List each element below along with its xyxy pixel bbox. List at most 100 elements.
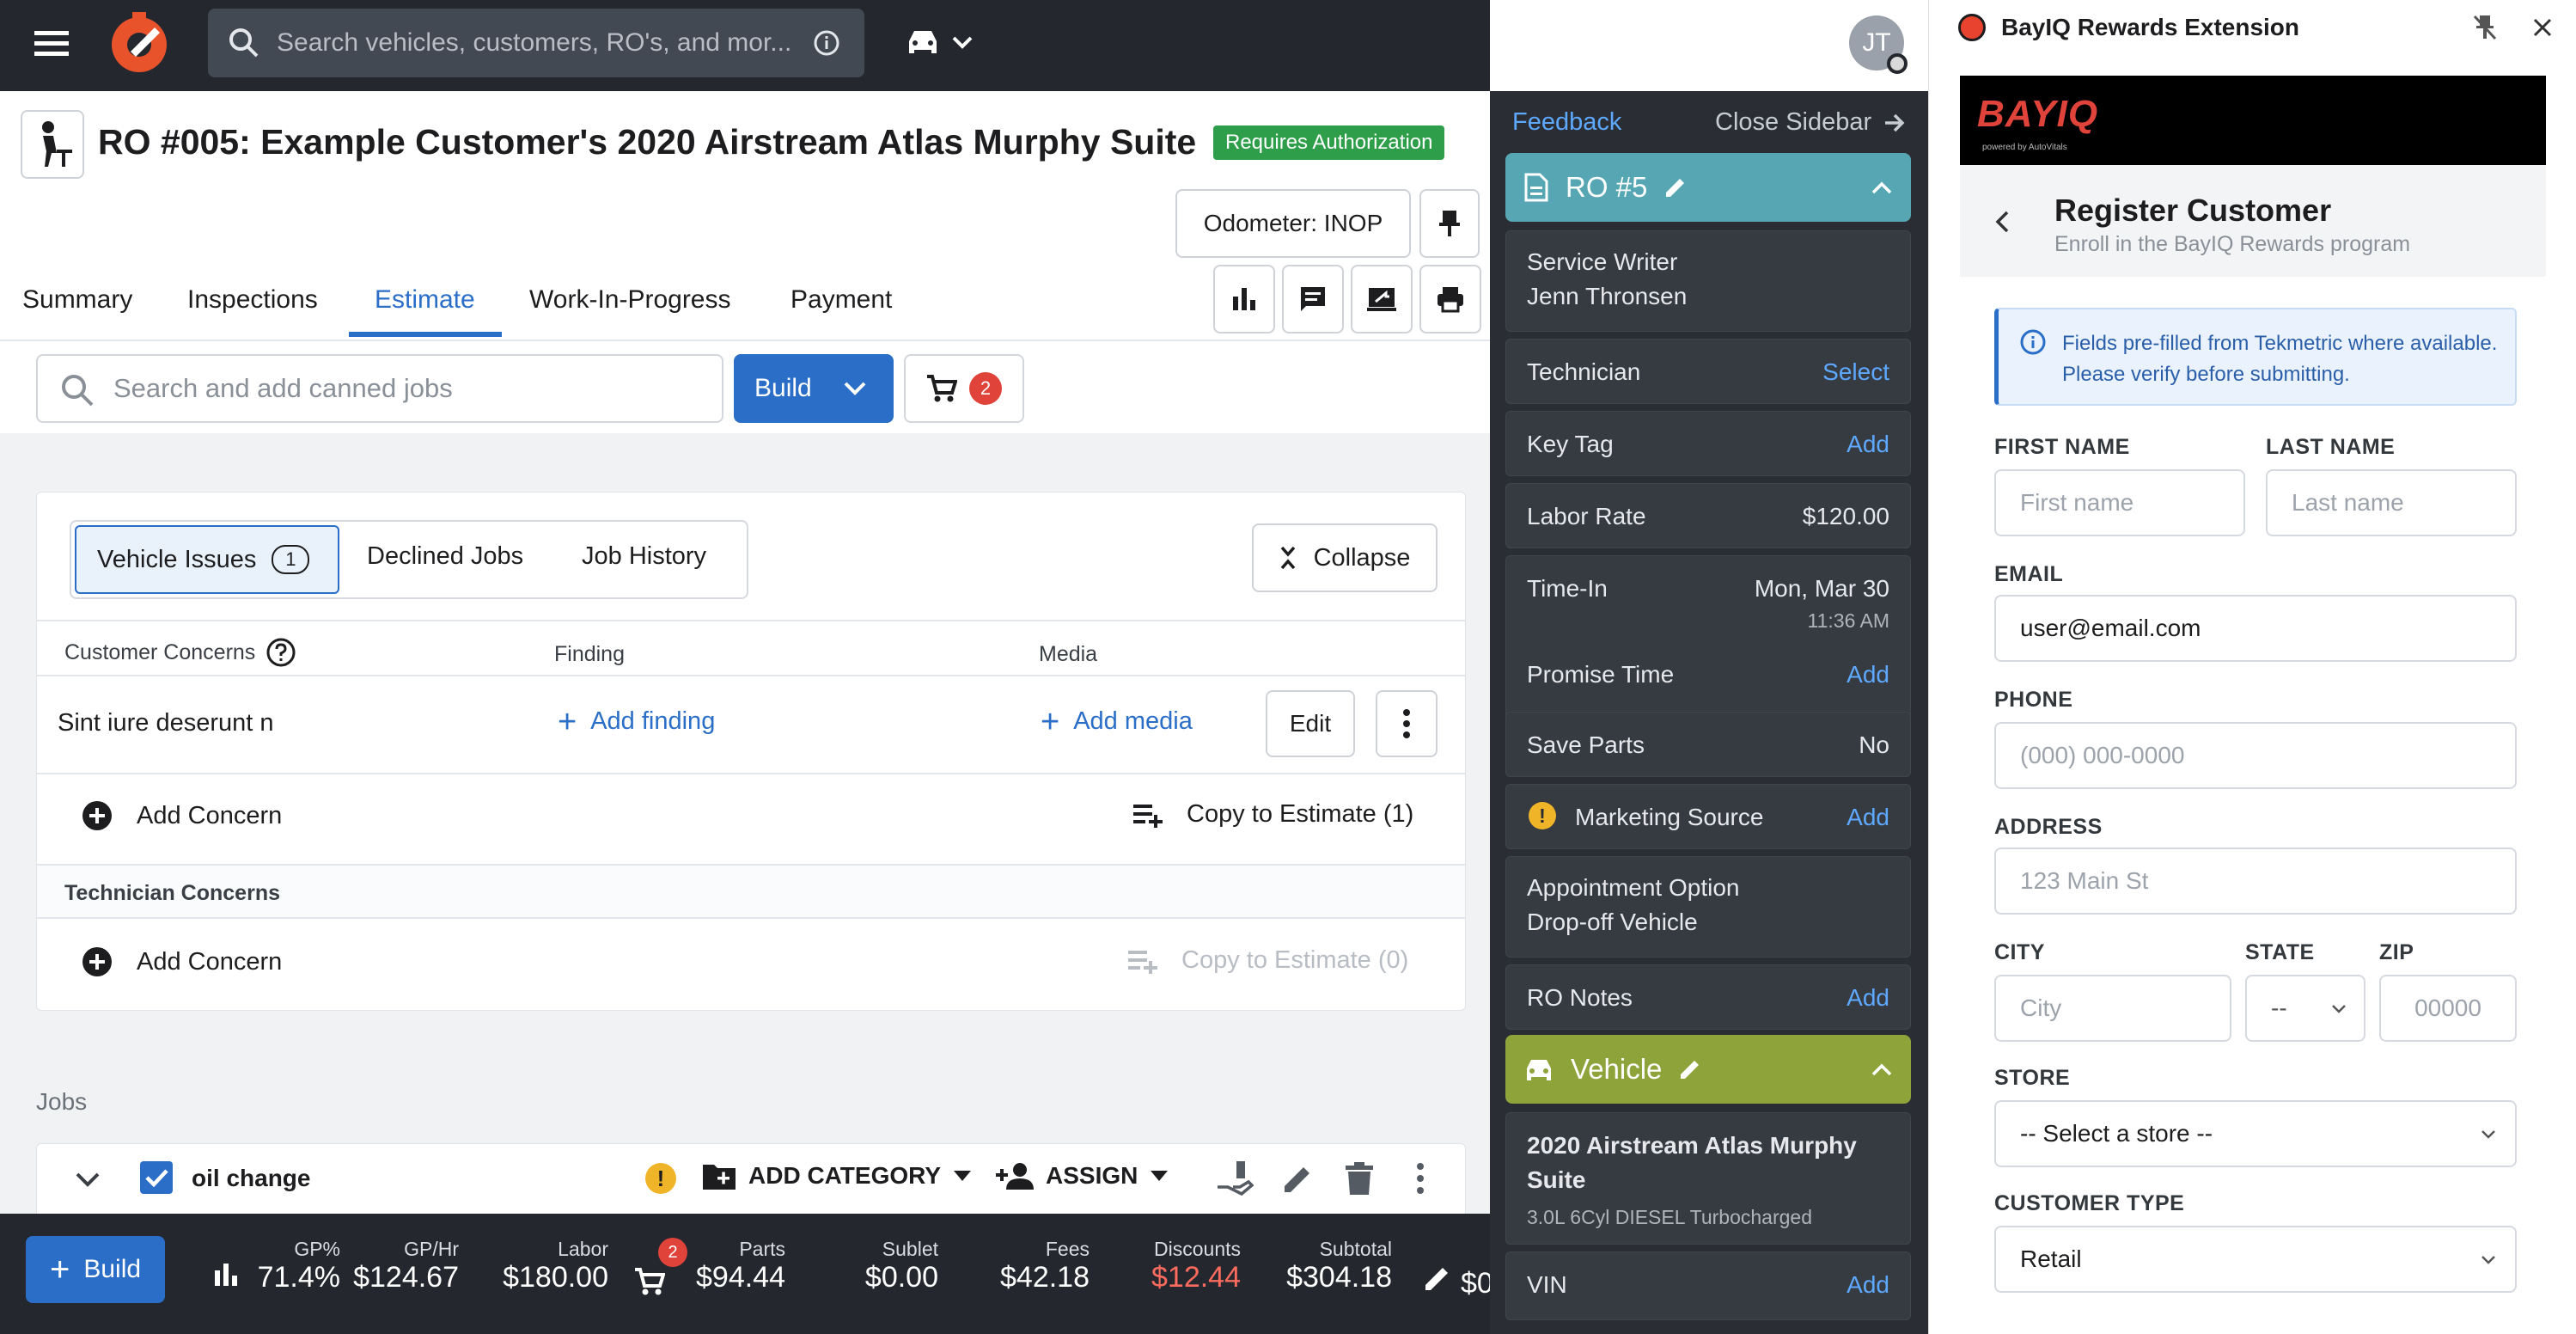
- add-technician-concern-button[interactable]: Add Concern: [82, 946, 282, 977]
- bottom-build-button[interactable]: + Build: [26, 1236, 165, 1303]
- cart-icon: [927, 375, 957, 402]
- add-finding-link[interactable]: + Add finding: [558, 703, 715, 740]
- jobs-section-label: Jobs: [36, 1088, 88, 1115]
- add-concern-button[interactable]: Add Concern: [82, 800, 282, 831]
- save-parts-label: Save Parts: [1527, 731, 1645, 758]
- segment-declined-jobs[interactable]: Declined Jobs: [367, 542, 523, 571]
- chevron-up-icon[interactable]: [1871, 1062, 1892, 1076]
- vin-add-link[interactable]: Add: [1847, 1271, 1889, 1299]
- feedback-link[interactable]: Feedback: [1512, 108, 1621, 137]
- ro-notes-add-link[interactable]: Add: [1847, 984, 1889, 1012]
- city-field[interactable]: City: [1994, 975, 2231, 1042]
- email-value: user@email.com: [2020, 615, 2201, 641]
- plus-icon: +: [558, 703, 577, 740]
- edit-concern-button[interactable]: Edit: [1266, 690, 1355, 757]
- promise-time-add-link[interactable]: Add: [1847, 661, 1889, 688]
- share-screen-button[interactable]: [1351, 265, 1413, 334]
- first-name-field[interactable]: First name: [1994, 469, 2245, 536]
- address-field[interactable]: 123 Main St: [1994, 848, 2517, 915]
- info-icon[interactable]: [813, 29, 840, 57]
- state-select[interactable]: --: [2245, 975, 2365, 1042]
- zip-field[interactable]: 00000: [2379, 975, 2517, 1042]
- chevron-down-icon[interactable]: [75, 1172, 101, 1189]
- ro-notes-label: RO Notes: [1527, 984, 1633, 1011]
- segment-vehicle-issues-label: Vehicle Issues: [97, 545, 257, 573]
- divider: [37, 675, 1465, 676]
- pin-button[interactable]: [1419, 189, 1480, 258]
- assign-button[interactable]: ASSIGN: [996, 1161, 1169, 1190]
- stat-value: 71.4%: [257, 1261, 340, 1294]
- close-sidebar-button[interactable]: Close Sidebar: [1715, 108, 1906, 137]
- concern-more-button[interactable]: [1376, 690, 1438, 757]
- pencil-icon[interactable]: [1664, 176, 1687, 199]
- add-media-label: Add media: [1073, 707, 1193, 735]
- help-icon[interactable]: [266, 637, 296, 668]
- cart-icon[interactable]: [634, 1267, 665, 1296]
- print-button[interactable]: [1419, 265, 1481, 334]
- cart-button[interactable]: 2: [904, 354, 1024, 423]
- labor-rate-label: Labor Rate: [1527, 503, 1646, 529]
- tab-summary[interactable]: Summary: [22, 285, 132, 315]
- segment-job-history[interactable]: Job History: [582, 542, 706, 571]
- pencil-icon[interactable]: [1679, 1058, 1701, 1080]
- tab-work-in-progress[interactable]: Work-In-Progress: [529, 285, 731, 315]
- chevron-down-icon: [2332, 1005, 2346, 1013]
- vehicle-selector-icon[interactable]: [906, 26, 983, 60]
- customer-waiting-icon[interactable]: [21, 110, 84, 179]
- price-hand-icon[interactable]: [1216, 1160, 1254, 1197]
- close-icon[interactable]: [2532, 17, 2553, 38]
- stat-label: Subtotal: [1319, 1238, 1392, 1260]
- vin-row: VIN Add: [1505, 1251, 1911, 1320]
- messages-button[interactable]: [1282, 265, 1344, 334]
- document-icon: [1524, 173, 1548, 202]
- key-tag-add-link[interactable]: Add: [1847, 431, 1889, 458]
- time-in-promise-card: Time-In Mon, Mar 30 11:36 AM Promise Tim…: [1505, 555, 1911, 727]
- estimate-totals-bar: + Build GP% 71.4% GP/Hr $124.67 Labor $1…: [0, 1214, 1490, 1334]
- last-name-field[interactable]: Last name: [2266, 469, 2517, 536]
- job-checkbox[interactable]: [140, 1161, 173, 1194]
- vehicle-info-card: 2020 Airstream Atlas Murphy Suite 3.0L 6…: [1505, 1112, 1911, 1245]
- tab-payment[interactable]: Payment: [791, 285, 892, 315]
- bayiq-banner: BAYIQ powered by AutoVitals: [1960, 76, 2546, 165]
- vertical-dots-icon[interactable]: [1417, 1163, 1424, 1194]
- trash-icon[interactable]: [1345, 1161, 1374, 1196]
- tab-inspections[interactable]: Inspections: [187, 285, 318, 315]
- chevron-up-icon[interactable]: [1871, 181, 1892, 194]
- analytics-button[interactable]: [1213, 265, 1275, 334]
- playlist-add-icon: [1133, 804, 1163, 828]
- bar-chart-icon[interactable]: [213, 1262, 239, 1288]
- ro-title: RO #005: Example Customer's 2020 Airstre…: [98, 122, 1197, 162]
- vertical-dots-icon: [1403, 709, 1410, 738]
- build-dropdown-button[interactable]: Build: [734, 354, 894, 423]
- collapse-button[interactable]: Collapse: [1252, 523, 1438, 592]
- tab-estimate[interactable]: Estimate: [375, 285, 475, 315]
- phone-field[interactable]: (000) 000-0000: [1994, 722, 2517, 789]
- global-search-input[interactable]: Search vehicles, customers, RO's, and mo…: [208, 9, 864, 77]
- app-logo-icon[interactable]: [107, 9, 172, 77]
- canned-jobs-search-input[interactable]: Search and add canned jobs: [36, 354, 723, 423]
- marketing-source-add-link[interactable]: Add: [1847, 804, 1889, 831]
- zip-placeholder: 00000: [2414, 994, 2481, 1021]
- more-options-icon[interactable]: [1770, 38, 1804, 48]
- technician-select-link[interactable]: Select: [1822, 358, 1889, 386]
- odometer-button[interactable]: Odometer: INOP: [1175, 189, 1411, 258]
- add-media-link[interactable]: + Add media: [1041, 706, 1193, 738]
- customer-type-select[interactable]: Retail: [1994, 1226, 2517, 1293]
- copy-to-estimate-button[interactable]: Copy to Estimate (1): [1133, 800, 1413, 829]
- ro-section-header[interactable]: RO #5: [1505, 153, 1911, 222]
- store-select[interactable]: -- Select a store --: [1994, 1100, 2517, 1167]
- assign-label: ASSIGN: [1046, 1162, 1138, 1189]
- segment-vehicle-issues[interactable]: Vehicle Issues 1: [75, 525, 339, 594]
- store-label: STORE: [1994, 1066, 2071, 1090]
- vehicle-section-header[interactable]: Vehicle: [1505, 1035, 1911, 1104]
- add-category-button[interactable]: ADD CATEGORY: [702, 1161, 972, 1190]
- pencil-icon[interactable]: [1281, 1163, 1314, 1196]
- hamburger-menu-icon[interactable]: [34, 29, 72, 58]
- back-chevron-icon[interactable]: [1994, 210, 2010, 234]
- email-field[interactable]: user@email.com: [1994, 595, 2517, 662]
- job-name[interactable]: oil change: [192, 1165, 310, 1192]
- customer-concerns-header: Customer Concerns: [64, 637, 296, 668]
- pencil-icon[interactable]: [1423, 1264, 1452, 1293]
- plus-circle-icon: [82, 801, 112, 830]
- unpin-icon[interactable]: [2472, 14, 2498, 41]
